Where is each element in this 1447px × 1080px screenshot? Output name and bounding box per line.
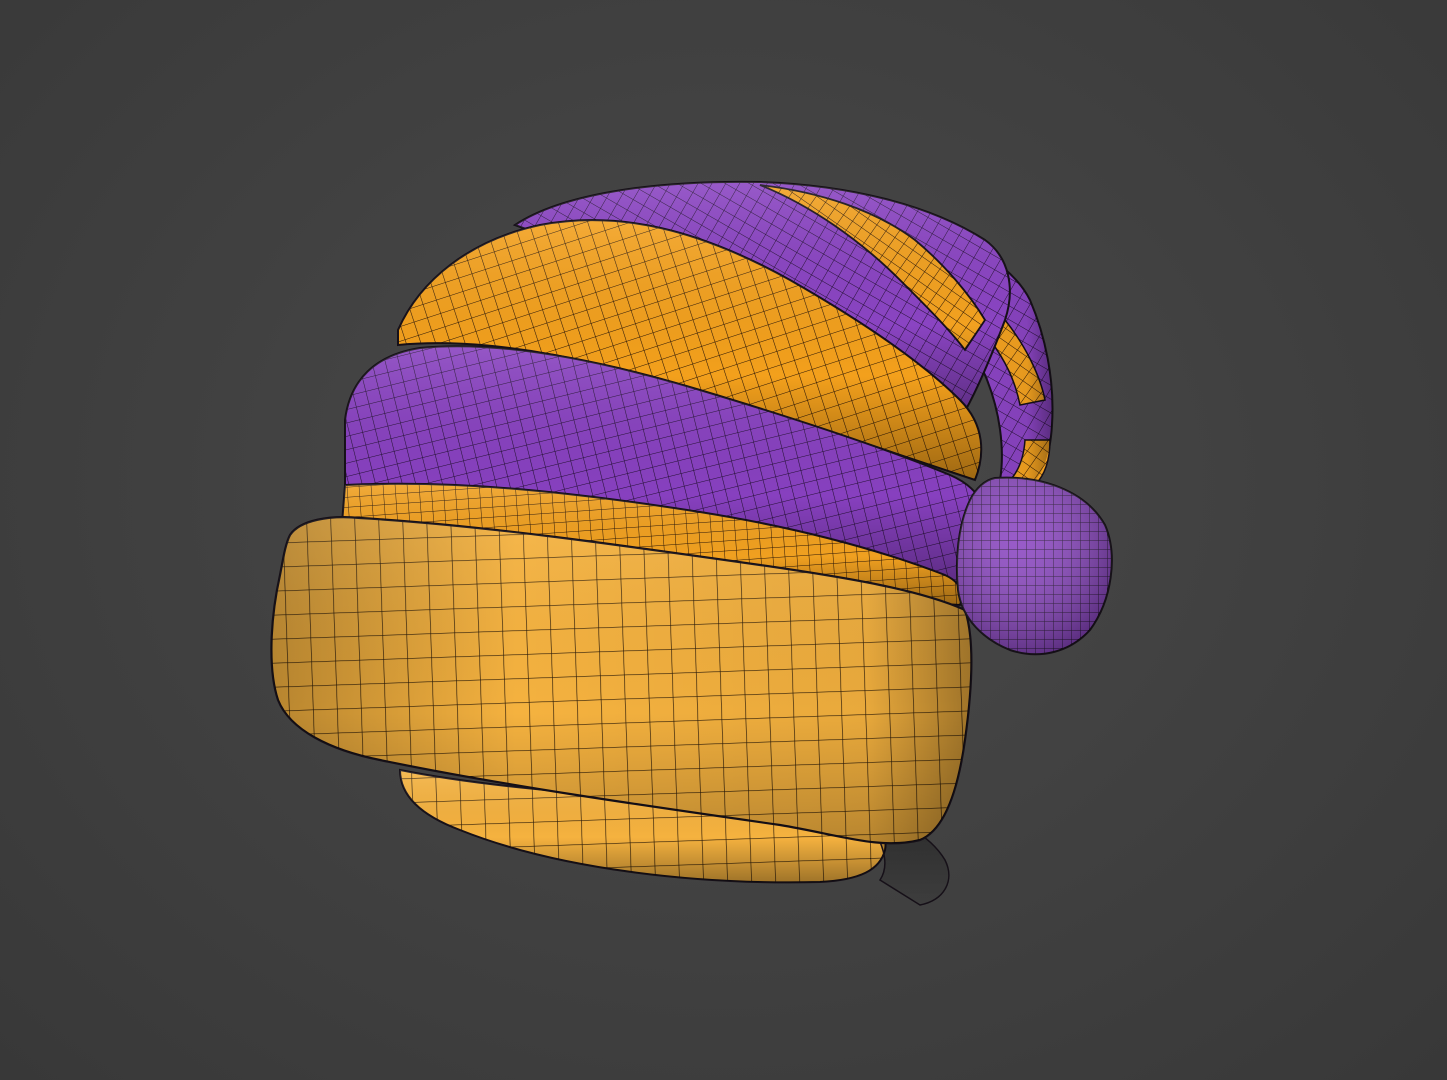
hat-model-render — [270, 180, 1113, 906]
pom-pom — [955, 476, 1113, 656]
3d-viewport[interactable] — [0, 0, 1447, 1080]
